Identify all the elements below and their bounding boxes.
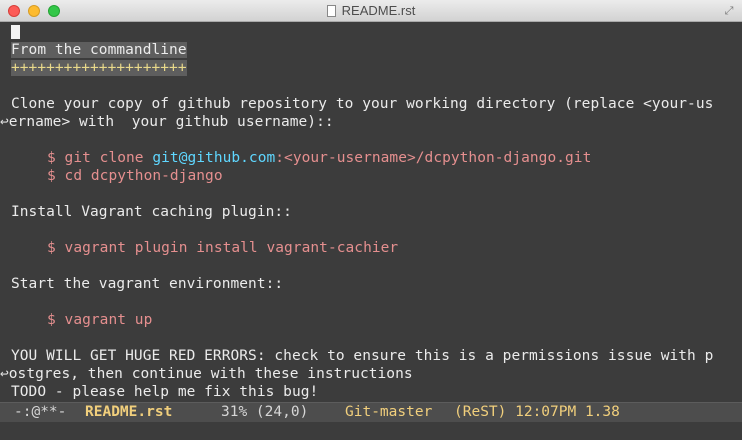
line-continuation-icon: ↩ [0,366,9,382]
buffer-line: Clone your copy of github repository to … [11,96,714,112]
buffer-state: -:@**- [14,404,67,420]
rst-heading: From the commandline [11,42,187,58]
line-continuation-icon: ↩ [0,114,9,130]
buffer-line-text: ername> with your github username):: [8,114,334,130]
rst-heading-underline: ++++++++++++++++++++ [11,60,187,76]
buffer-line: From the commandline [11,41,187,59]
buffer-line: ++++++++++++++++++++ [11,59,187,77]
vcs-branch[interactable]: Git-master [345,403,432,421]
buffer-line: TODO - please help me fix this bug! [11,384,319,400]
git-url-link[interactable]: git@github.com [152,150,275,166]
buffer-line-continued: ↩ostgres, then continue with these instr… [0,365,413,383]
buffer-line: Start the vagrant environment:: [11,276,284,292]
window-title: README.rst [0,0,742,22]
code-line: $ cd dcpython-django [47,168,223,184]
window-title-text: README.rst [341,3,416,18]
fullscreen-icon[interactable]: ⤢ [722,4,736,18]
buffer-name[interactable]: README.rst [85,403,172,421]
code-line: $ git clone git@github.com:<your-usernam… [47,149,591,167]
mode-line[interactable]: -:@**- README.rst 31% (24,0) Git-master … [0,402,742,422]
minibuffer[interactable] [0,422,742,440]
shell-command-rest: :<your-username>/dcpython-django.git [275,150,592,166]
code-line: $ vagrant plugin install vagrant-cachier [47,240,399,256]
code-line: $ vagrant up [47,312,153,328]
buffer-line-continued: ↩ername> with your github username):: [0,113,334,131]
editor-buffer[interactable]: From the commandline +++++++++++++++++++… [0,22,742,402]
buffer-line-text: ostgres, then continue with these instru… [8,366,413,382]
title-bar[interactable]: README.rst ⤢ [0,0,742,22]
major-mode-info[interactable]: (ReST) 12:07PM 1.38 [454,403,620,421]
shell-command: $ git clone [47,150,153,166]
buffer-line: Install Vagrant caching plugin:: [11,204,292,220]
buffer-line: YOU WILL GET HUGE RED ERRORS: check to e… [11,348,714,364]
cursor-position: 31% (24,0) [221,404,309,420]
text-cursor [11,25,20,39]
emacs-window: README.rst ⤢ From the commandline ++++++… [0,0,742,440]
document-icon [326,5,336,17]
